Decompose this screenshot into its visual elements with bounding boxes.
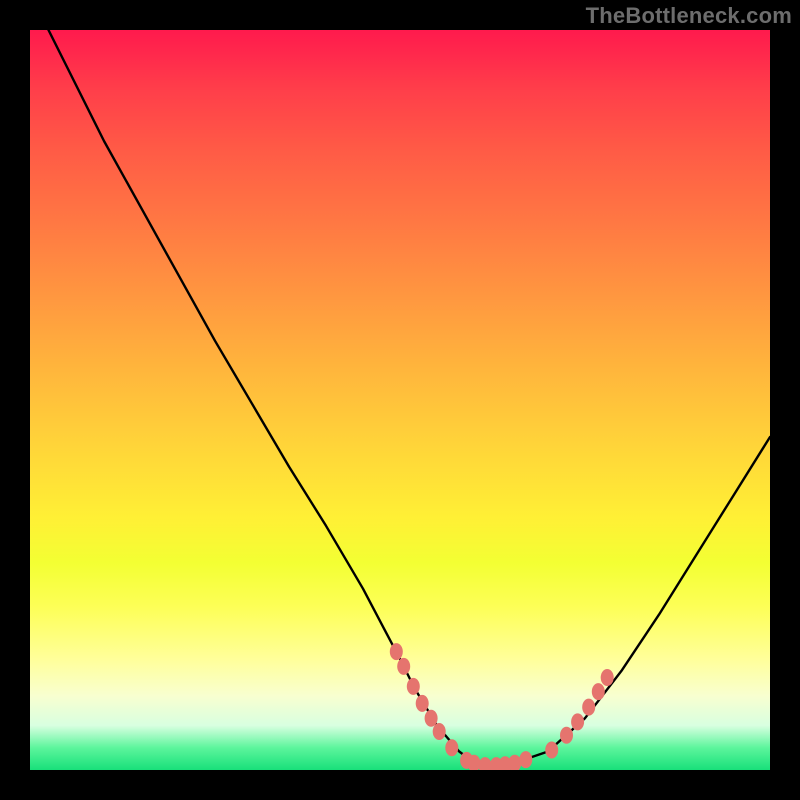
highlight-marker [445, 739, 458, 756]
highlight-marker [397, 658, 410, 675]
watermark-text: TheBottleneck.com [586, 3, 792, 29]
chart-frame: TheBottleneck.com [0, 0, 800, 800]
highlight-marker [601, 669, 614, 686]
highlight-marker [545, 742, 558, 759]
highlight-marker [592, 683, 605, 700]
highlight-marker [582, 699, 595, 716]
highlight-marker [416, 695, 429, 712]
highlight-marker [407, 678, 420, 695]
highlight-marker [479, 757, 492, 770]
chart-overlay [30, 30, 770, 770]
highlight-marker [571, 713, 584, 730]
highlight-marker [425, 710, 438, 727]
highlight-marker [560, 727, 573, 744]
highlight-markers [390, 643, 614, 770]
highlight-marker [390, 643, 403, 660]
highlight-marker [519, 751, 532, 768]
highlight-marker [508, 755, 521, 770]
highlight-marker [433, 723, 446, 740]
